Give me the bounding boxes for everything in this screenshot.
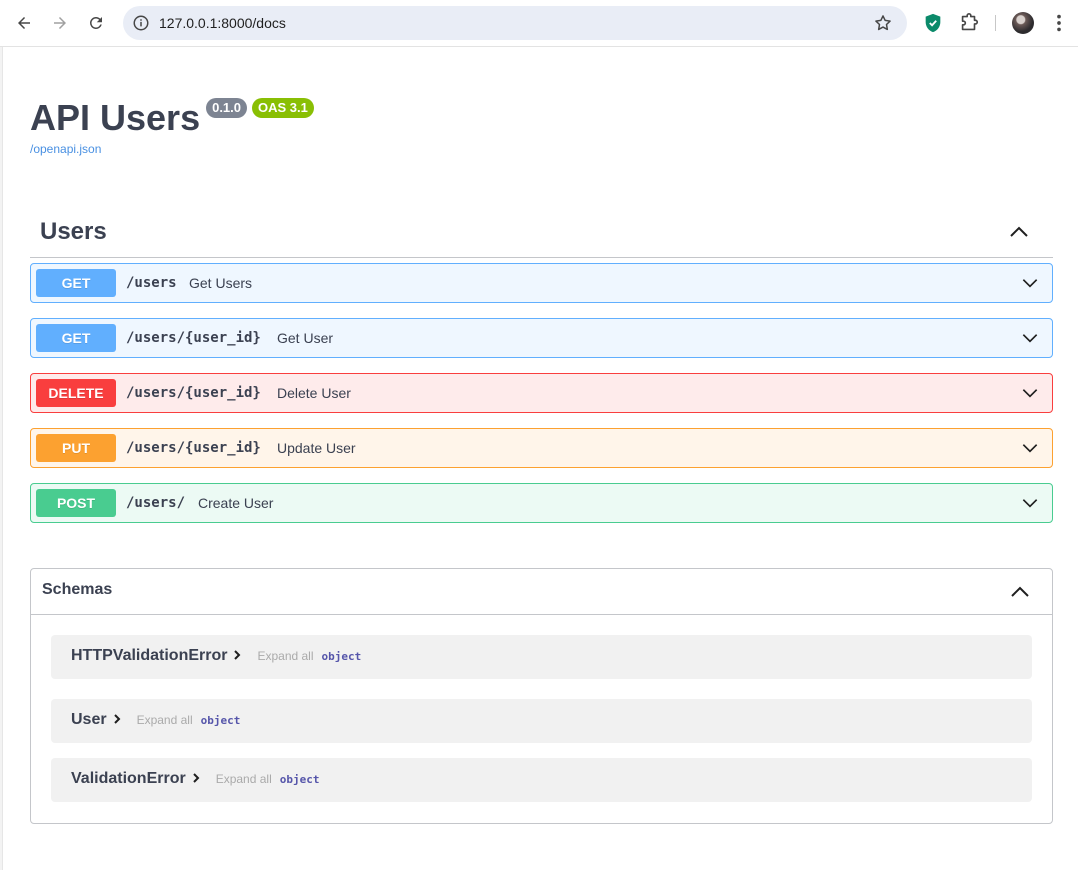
profile-avatar[interactable] [1012, 12, 1034, 34]
operation-get-user[interactable]: GET /users/{user_id} Get User [30, 318, 1053, 358]
extensions-puzzle-icon[interactable] [958, 12, 980, 34]
bookmark-star-icon[interactable] [873, 13, 893, 33]
back-button[interactable] [11, 10, 37, 36]
oas-badge: OAS 3.1 [252, 98, 314, 118]
operation-summary: Get User [277, 330, 334, 346]
more-menu-icon[interactable] [1048, 12, 1070, 34]
method-badge: DELETE [36, 379, 116, 407]
chevron-up-icon[interactable] [1007, 220, 1031, 244]
api-info: API Users 0.1.0 OAS 3.1 [30, 98, 314, 138]
schema-type: object [200, 714, 241, 727]
address-bar[interactable]: 127.0.0.1:8000/docs [123, 6, 907, 40]
forward-button[interactable] [47, 10, 73, 36]
operation-get-users[interactable]: GET /users Get Users [30, 263, 1053, 303]
schema-model[interactable]: HTTPValidationError Expand all object [51, 635, 1032, 679]
schemas-header[interactable]: Schemas [31, 569, 1052, 615]
schema-model[interactable]: ValidationError Expand all object [51, 758, 1032, 802]
reload-button[interactable] [83, 10, 109, 36]
schema-name[interactable]: User [71, 711, 107, 728]
toolbar-divider [995, 15, 996, 31]
arrow-left-icon [18, 17, 30, 29]
expand-all-link[interactable]: Expand all [137, 713, 193, 727]
expand-all-link[interactable]: Expand all [257, 649, 313, 663]
browser-toolbar: 127.0.0.1:8000/docs [0, 0, 1078, 47]
schema-row-text: HTTPValidationError Expand all object [71, 647, 361, 665]
method-badge: GET [36, 269, 116, 297]
chevron-down-icon[interactable] [1020, 383, 1040, 403]
shield-extension-icon[interactable] [922, 12, 944, 34]
schema-row-text: User Expand all object [71, 711, 240, 729]
schemas-title: Schemas [42, 581, 113, 598]
tag-title: Users [40, 218, 107, 245]
chevron-right-icon[interactable] [231, 649, 243, 661]
site-info-icon[interactable] [132, 14, 150, 32]
chevron-right-icon[interactable] [111, 713, 123, 725]
schema-name[interactable]: ValidationError [71, 770, 186, 787]
operation-summary: Get Users [189, 275, 253, 291]
version-badge: 0.1.0 [206, 98, 248, 118]
operation-summary: Delete User [277, 385, 351, 401]
chevron-right-icon[interactable] [190, 772, 202, 784]
schema-type: object [279, 773, 320, 786]
operation-summary: Update User [277, 440, 356, 456]
page-title: API Users [30, 97, 201, 138]
openapi-json-link[interactable]: /openapi.json [30, 142, 101, 156]
operation-path: /users/ [126, 495, 186, 511]
url-text[interactable]: 127.0.0.1:8000/docs [159, 15, 286, 31]
method-badge: PUT [36, 434, 116, 462]
operation-path: /users/{user_id} [126, 440, 261, 456]
method-badge: GET [36, 324, 116, 352]
schemas-section: Schemas HTTPValidationError Expand all obj… [30, 568, 1053, 824]
chevron-down-icon[interactable] [1020, 493, 1040, 513]
chevron-down-icon[interactable] [1020, 328, 1040, 348]
operation-delete-user[interactable]: DELETE /users/{user_id} Delete User [30, 373, 1053, 413]
schema-row-text: ValidationError Expand all object [71, 770, 320, 788]
chevron-down-icon[interactable] [1020, 438, 1040, 458]
operation-update-user[interactable]: PUT /users/{user_id} Update User [30, 428, 1053, 468]
method-badge: POST [36, 489, 116, 517]
chevron-down-icon[interactable] [1020, 273, 1040, 293]
schema-model[interactable]: User Expand all object [51, 699, 1032, 743]
schema-type: object [321, 650, 362, 663]
arrow-right-icon [54, 17, 66, 29]
tag-section-header[interactable]: Users [30, 212, 1053, 258]
schema-name[interactable]: HTTPValidationError [71, 647, 227, 664]
reload-icon [89, 16, 102, 29]
operation-path: /users [126, 275, 177, 291]
operation-path: /users/{user_id} [126, 385, 261, 401]
chevron-up-icon[interactable] [1008, 580, 1032, 604]
expand-all-link[interactable]: Expand all [216, 772, 272, 786]
operation-summary: Create User [198, 495, 274, 511]
left-edge [0, 47, 3, 870]
operation-path: /users/{user_id} [126, 330, 261, 346]
operation-create-user[interactable]: POST /users/ Create User [30, 483, 1053, 523]
